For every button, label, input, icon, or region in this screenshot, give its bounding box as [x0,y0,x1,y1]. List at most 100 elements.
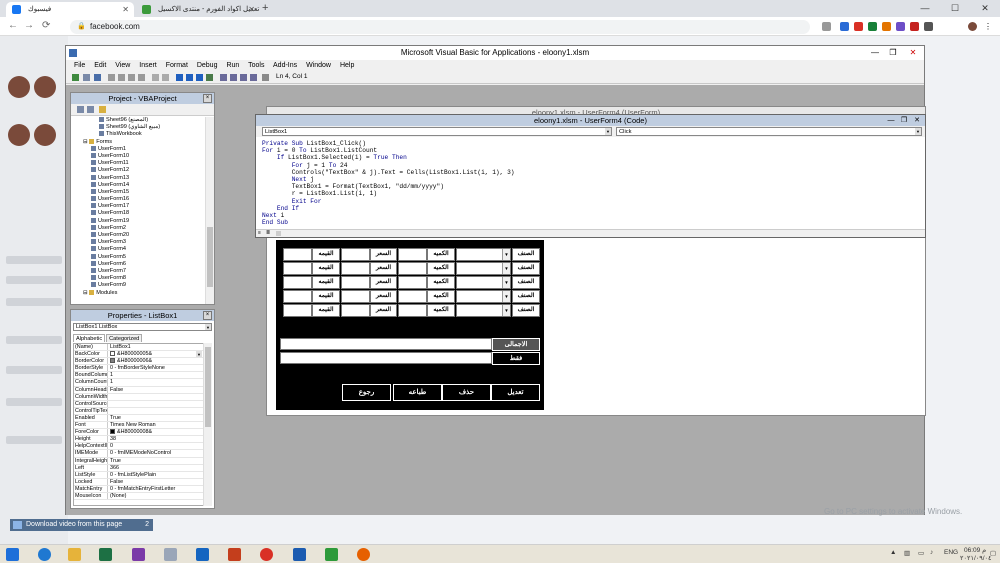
excel-icon[interactable] [99,548,112,561]
delete-button[interactable]: حذف [442,384,491,401]
property-row[interactable]: HelpContextID 0 [74,443,203,451]
property-value[interactable]: False [108,479,203,485]
code-line[interactable]: End Sub [262,219,515,226]
value-textbox[interactable] [283,290,312,303]
help-icon[interactable] [262,74,269,81]
item-combobox[interactable]: ▼ [456,290,511,303]
value-textbox[interactable] [341,248,370,261]
close-tab-icon[interactable]: ✕ [248,2,255,17]
menu-file[interactable]: File [74,62,85,69]
tree-item[interactable]: UserForm16 [71,196,206,203]
property-row[interactable]: ColumnHeads False [74,386,203,394]
code-line[interactable]: Private Sub ListBox1_Click() [262,140,515,147]
property-value[interactable]: 0 - fmIMEModeNoControl [108,450,203,456]
code-line[interactable]: Controls("TextBox" & j).Text = Cells(Lis… [262,169,515,176]
tree-item[interactable]: UserForm12 [71,167,206,174]
view-code-icon[interactable] [77,106,84,113]
toolbox-icon[interactable] [250,74,257,81]
clock-time[interactable]: 06:09 م [964,546,986,554]
word-icon[interactable] [293,548,306,561]
code-close-button[interactable]: ✕ [911,115,923,126]
avatar[interactable] [8,76,30,98]
avatar[interactable] [8,124,30,146]
vba-minimize-button[interactable]: — [866,46,884,60]
toggle-folders-icon[interactable] [99,106,106,113]
value-textbox[interactable] [283,248,312,261]
onenote-icon[interactable] [132,548,145,561]
property-value[interactable]: &H80000008& [108,429,203,435]
tray-arrow-icon[interactable]: ▲ [890,549,896,556]
property-value[interactable]: 0 [108,443,203,449]
code-line[interactable]: Exit For [262,198,515,205]
tab-excel-forum[interactable]: تعديل اكواد الفورم - منتدى الاكسيل ✕ [136,2,260,17]
vba-maximize-button[interactable]: ❐ [884,46,902,60]
vba-close-button[interactable]: ✕ [904,46,922,60]
code-line[interactable]: If ListBox1.Selected(i) = True Then [262,154,515,161]
design-mode-icon[interactable] [206,74,213,81]
property-value[interactable]: (None) [108,493,203,499]
network-icon[interactable]: ▥ [904,549,910,557]
property-value[interactable]: True [108,415,203,421]
tab-facebook[interactable]: فيسبوك ✕ [6,2,134,17]
tree-item[interactable]: UserForm3 [71,239,206,246]
property-value[interactable]: 0 - fmListStylePlain [108,472,203,478]
tree-item[interactable]: UserForm5 [71,254,206,261]
menu-view[interactable]: View [115,62,130,69]
value-textbox[interactable] [398,290,427,303]
reload-icon[interactable]: ⟳ [42,20,50,31]
property-row[interactable]: MatchEntry 0 - fmMatchEntryFirstLetter [74,485,203,493]
chevron-down-icon[interactable]: ▼ [605,128,611,135]
property-value[interactable]: 38 [108,436,203,442]
code-editor[interactable]: Private Sub ListBox1_Click() For i = 0 To… [262,140,515,226]
property-row[interactable]: ForeColor &H80000008& [74,429,203,437]
value-textbox[interactable] [283,262,312,275]
tree-item[interactable]: UserForm4 [71,246,206,253]
value-textbox[interactable] [283,276,312,289]
property-value[interactable]: 366 [108,465,203,471]
tree-item[interactable]: UserForm17 [71,203,206,210]
close-tab-icon[interactable]: ✕ [122,2,129,17]
save-icon[interactable] [94,74,101,81]
property-row[interactable]: BorderColor &H80000006& [74,358,203,366]
chevron-down-icon[interactable]: ▼ [502,291,510,302]
value-textbox[interactable] [398,276,427,289]
property-value[interactable]: &H80000005& ▼ [108,351,203,358]
stop-icon[interactable] [196,74,203,81]
property-row[interactable]: Left 366 [74,464,203,472]
tree-item[interactable]: ThisWorkbook [71,131,206,138]
module-view-icon[interactable]: ≣ [266,230,270,236]
project-tree[interactable]: Sheet96 (المصنع) Sheet99 (مبيع الشاوي) Thi… [71,117,206,304]
scroll-left-icon[interactable] [276,231,281,236]
chevron-down-icon[interactable]: ▼ [502,305,510,316]
procedure-view-icon[interactable]: ≡ [258,230,261,236]
chevron-down-icon[interactable]: ▼ [502,263,510,274]
menu-run[interactable]: Run [226,62,239,69]
property-value[interactable]: 1 [108,372,203,378]
project-scrollbar[interactable] [205,117,214,304]
property-row[interactable]: BoundColumn 1 [74,372,203,380]
start-icon[interactable] [6,548,19,561]
extension-icon[interactable] [910,22,919,31]
property-row[interactable]: IntegralHeight True [74,457,203,465]
paste-icon[interactable] [128,74,135,81]
code-line[interactable]: Next i [262,212,515,219]
back-arrow-icon[interactable]: ← [8,20,18,31]
code-minimize-button[interactable]: — [885,115,897,126]
tree-item[interactable]: Sheet99 (مبيع الشاوي) [71,124,206,131]
chevron-down-icon[interactable]: ▼ [502,277,510,288]
value-textbox[interactable] [398,262,427,275]
property-row[interactable]: Locked False [74,478,203,486]
close-icon[interactable]: × [203,94,212,103]
clock-date[interactable]: ٢٠٢١/٠٩/٠٤ [960,554,992,562]
code-line[interactable]: Next j [262,176,515,183]
object-browser-icon[interactable] [240,74,247,81]
property-row[interactable]: Font Times New Roman [74,422,203,430]
insert-icon[interactable] [83,74,90,81]
properties-scrollbar[interactable] [203,343,212,506]
tree-item[interactable]: UserForm10 [71,153,206,160]
item-combobox[interactable]: ▼ [456,304,511,317]
menu-kebab-icon[interactable]: ⋮ [984,22,993,31]
property-value[interactable]: False [108,387,203,393]
total-textbox[interactable] [280,338,492,350]
battery-icon[interactable]: ▭ [918,549,924,557]
